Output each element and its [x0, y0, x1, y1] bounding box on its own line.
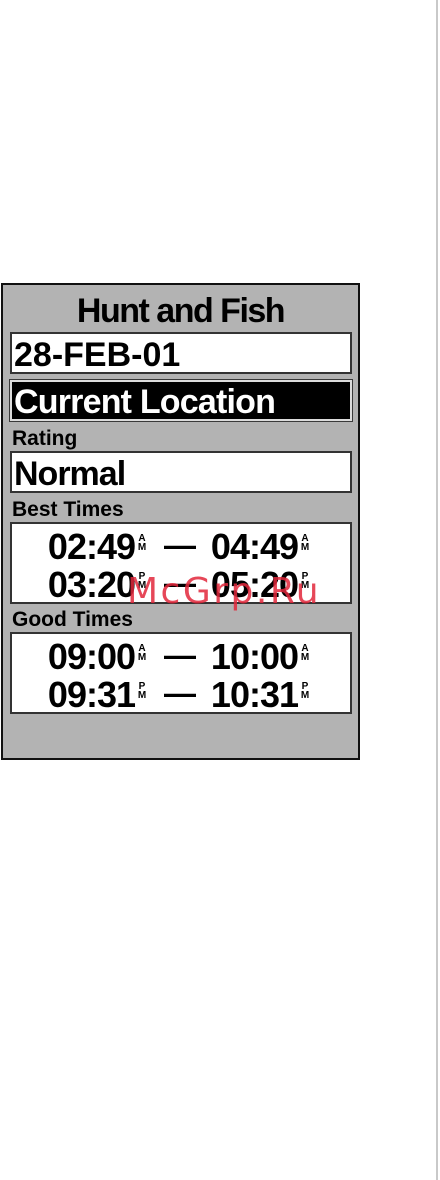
- start-time: 09:00: [47, 636, 136, 677]
- end-meridiem: AM: [300, 643, 310, 663]
- start-meridiem: AM: [137, 533, 147, 553]
- end-time: 05:20: [210, 564, 299, 604]
- rating-value: Normal: [14, 455, 126, 493]
- good-times-row: 09:00 AM — 10:00 AM: [12, 636, 350, 677]
- start-time: 09:31: [47, 674, 136, 714]
- page-title: Hunt and Fish: [76, 292, 286, 330]
- end-time: 10:00: [210, 636, 299, 677]
- good-times-label: Good Times: [12, 608, 133, 631]
- location-value: Current Location: [14, 383, 276, 421]
- good-times-box: 09:00 AM — 10:00 AM 09:31 PM — 10:31 PM: [10, 632, 352, 714]
- start-meridiem: PM: [137, 571, 147, 591]
- start-time: 03:20: [47, 564, 136, 604]
- start-meridiem: AM: [137, 643, 147, 663]
- good-times-row: 09:31 PM — 10:31 PM: [12, 674, 350, 714]
- start-time: 02:49: [47, 526, 136, 567]
- page-edge-rule: [436, 0, 438, 1180]
- location-field[interactable]: Current Location: [10, 380, 352, 421]
- rating-label: Rating: [12, 427, 78, 450]
- best-times-row: 03:20 PM — 05:20 PM: [12, 564, 350, 604]
- rating-field: Normal: [10, 451, 352, 493]
- gps-screen: Hunt and Fish 28-FEB-01 Current Location…: [1, 283, 360, 760]
- best-times-box: 02:49 AM — 04:49 AM 03:20 PM — 05:20 PM: [10, 522, 352, 604]
- end-meridiem: AM: [300, 533, 310, 553]
- best-times-label: Best Times: [12, 498, 124, 521]
- date-field[interactable]: 28-FEB-01: [10, 332, 352, 374]
- end-time: 04:49: [210, 526, 299, 567]
- start-meridiem: PM: [137, 681, 147, 701]
- end-time: 10:31: [210, 674, 299, 714]
- date-value: 28-FEB-01: [14, 336, 181, 374]
- end-meridiem: PM: [300, 571, 310, 591]
- end-meridiem: PM: [300, 681, 310, 701]
- best-times-row: 02:49 AM — 04:49 AM: [12, 526, 350, 567]
